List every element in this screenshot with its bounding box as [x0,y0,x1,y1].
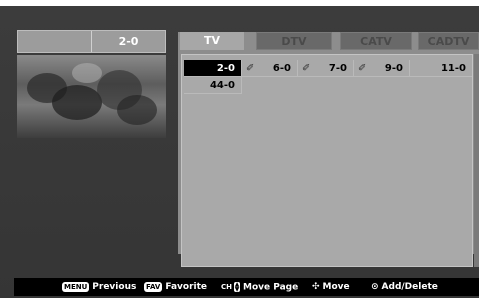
help-bar: MENU Previous FAV Favorite CH ▲ ▼ Move Page ✣… [14,278,479,296]
pencil-lock-icon: ✐ [358,63,367,74]
four-way-arrow-icon: ✣ [312,282,320,292]
help-add-delete: ⊙ Add/Delete [371,278,438,296]
channel-cell[interactable]: 44-0 [184,77,242,94]
help-favorite-label: Favorite [165,282,208,292]
current-channel-number: 2-0 [118,35,139,48]
channel-cell[interactable]: 11-0 [410,60,472,77]
channel-cell[interactable]: 2-0 [184,60,242,77]
help-move-page: CH ▲ ▼ Move Page [221,278,298,296]
fav-key-icon: FAV [144,281,163,292]
preview-shape [72,63,102,83]
up-down-icon: ▲ ▼ [234,281,240,293]
help-previous: MENU Previous [62,278,136,296]
tab-cadtv[interactable]: CADTV [418,32,479,50]
tab-tv[interactable]: TV [180,32,244,50]
menu-key-icon: MENU [62,281,90,292]
channel-panel: TV DTV CATV CADTV 2-0 ✐ 6-0 ✐ 7-0 ✐ 9-0 11-… [178,32,479,267]
channel-cell[interactable]: ✐ 7-0 [298,60,354,77]
ch-key-icon: CH [221,283,232,291]
tab-dtv[interactable]: DTV [256,32,332,50]
current-channel-bar: 2-0 [17,30,166,53]
help-move-page-label: Move Page [243,282,299,293]
help-favorite: FAV Favorite [144,278,207,296]
preview-shape [52,85,102,120]
tab-catv[interactable]: CATV [340,32,412,50]
video-preview [17,55,166,138]
ok-circle-icon: ⊙ [371,282,379,292]
help-previous-label: Previous [92,282,137,292]
channel-grid: 2-0 ✐ 6-0 ✐ 7-0 ✐ 9-0 11-0 44-0 [181,54,473,267]
panel-shadow [474,54,479,267]
channel-list-screen: 2-0 TV DTV CATV CADTV 2-0 ✐ 6-0 ✐ 7-0 ✐ 9-0… [0,0,479,298]
channel-cell[interactable]: ✐ 6-0 [242,60,298,77]
pencil-lock-icon: ✐ [246,63,255,74]
help-add-delete-label: Add/Delete [381,282,438,292]
help-move-label: Move [322,282,350,292]
preview-shape [117,95,157,125]
channel-cell[interactable]: ✐ 9-0 [354,60,410,77]
help-move: ✣ Move [312,278,350,296]
pencil-lock-icon: ✐ [302,63,311,74]
